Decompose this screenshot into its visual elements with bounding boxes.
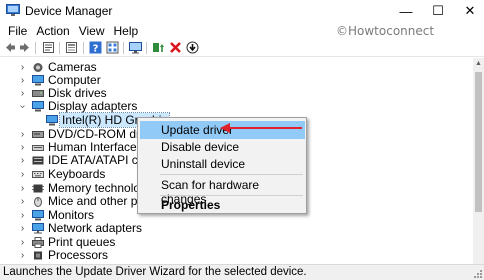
chevron-right-icon[interactable]: › — [18, 129, 27, 140]
minimize-button[interactable]: — — [391, 0, 421, 22]
title-bar: Device Manager — ☐ ✕ — [0, 0, 484, 22]
close-button[interactable]: ✕ — [455, 0, 484, 22]
menu-help[interactable]: Help — [110, 24, 143, 38]
resize-grip-icon[interactable] — [473, 269, 483, 279]
grid-icon[interactable] — [106, 41, 119, 54]
menu-item-disable-device[interactable]: Disable device — [140, 138, 305, 156]
monitor-icon[interactable] — [129, 41, 142, 54]
menu-item-label: Properties — [161, 198, 221, 212]
menu-action[interactable]: Action — [32, 24, 73, 38]
tree-item-label: Monitors — [48, 208, 95, 222]
memory-icon — [32, 184, 44, 193]
chevron-right-icon[interactable]: › — [18, 183, 27, 194]
network-adapter-icon — [32, 223, 44, 234]
chevron-right-icon[interactable]: › — [18, 237, 27, 248]
watermark: ©Howtoconnect — [336, 24, 435, 38]
display-adapter-icon — [46, 115, 58, 126]
tree-item-label: Processors — [48, 248, 109, 262]
scroll-thumb[interactable] — [475, 72, 482, 212]
chevron-right-icon[interactable]: › — [18, 196, 27, 207]
menu-separator — [160, 174, 303, 175]
menu-item-label: Disable device — [161, 140, 240, 154]
disk-drive-icon — [32, 90, 44, 97]
chevron-right-icon[interactable]: › — [18, 155, 27, 166]
properties-icon[interactable] — [42, 41, 55, 54]
back-icon[interactable] — [4, 41, 17, 54]
chevron-right-icon[interactable]: › — [18, 142, 27, 153]
toolbar: ? — [0, 40, 484, 57]
menu-view[interactable]: View — [75, 24, 109, 38]
vertical-scrollbar[interactable]: ▲ — [473, 58, 484, 264]
window-title: Device Manager — [25, 4, 113, 18]
menu-item-label: Uninstall device — [161, 157, 246, 171]
tree-item-label: Print queues — [48, 235, 116, 249]
status-bar: Launches the Update Driver Wizard for th… — [0, 264, 484, 280]
tree-item-label: Network adapters — [48, 221, 143, 235]
update-driver-icon[interactable] — [152, 41, 165, 54]
menu-item-scan-for-hardware-changes[interactable]: Scan for hardware changes — [140, 176, 305, 206]
status-text: Launches the Update Driver Wizard for th… — [3, 266, 307, 278]
enable-device-icon[interactable] — [186, 41, 199, 54]
device-manager-icon — [6, 4, 20, 16]
tree-item-label: Computer — [48, 73, 101, 87]
display-adapter-icon — [32, 101, 44, 112]
chevron-down-icon[interactable]: › — [17, 102, 28, 111]
svg-text:?: ? — [93, 44, 99, 55]
printer-icon — [32, 237, 44, 248]
menu-file[interactable]: File — [4, 24, 31, 38]
chevron-right-icon[interactable]: › — [18, 75, 27, 86]
chevron-right-icon[interactable]: › — [18, 210, 27, 221]
tree-item-network-adapters[interactable]: › Network adapters — [0, 221, 470, 235]
ide-controller-icon — [32, 156, 44, 165]
processor-icon — [34, 251, 42, 260]
monitor-icon — [32, 210, 44, 221]
forward-icon[interactable] — [18, 41, 31, 54]
menu-item-uninstall-device[interactable]: Uninstall device — [140, 155, 305, 173]
keyboard-icon — [32, 171, 44, 178]
tree-item-display-adapters[interactable]: › Display adapters — [0, 99, 470, 113]
computer-icon — [32, 75, 44, 86]
chevron-right-icon[interactable]: › — [18, 223, 27, 234]
tree-item-label: Cameras — [48, 60, 97, 74]
menu-item-properties[interactable]: Properties — [140, 196, 305, 214]
uninstall-icon[interactable] — [169, 41, 182, 54]
scroll-up-icon[interactable]: ▲ — [473, 58, 484, 69]
chevron-right-icon[interactable]: › — [18, 88, 27, 99]
tree-item-processors[interactable]: › Processors — [0, 248, 470, 262]
maximize-button[interactable]: ☐ — [423, 0, 453, 22]
chevron-right-icon[interactable]: › — [18, 62, 27, 73]
chevron-right-icon[interactable]: › — [18, 250, 27, 261]
tree-item-label: Disk drives — [48, 86, 107, 100]
red-arrow-annotation — [220, 123, 302, 133]
mouse-icon — [34, 197, 42, 207]
help-icon[interactable]: ? — [89, 41, 102, 54]
chevron-right-icon[interactable]: › — [18, 169, 27, 180]
hid-icon — [32, 145, 44, 151]
dvd-drive-icon — [32, 131, 44, 138]
camera-icon — [33, 63, 43, 72]
list-icon[interactable] — [65, 41, 78, 54]
tree-item-label: Keyboards — [48, 167, 106, 181]
tree-item-label: Display adapters — [48, 99, 138, 113]
